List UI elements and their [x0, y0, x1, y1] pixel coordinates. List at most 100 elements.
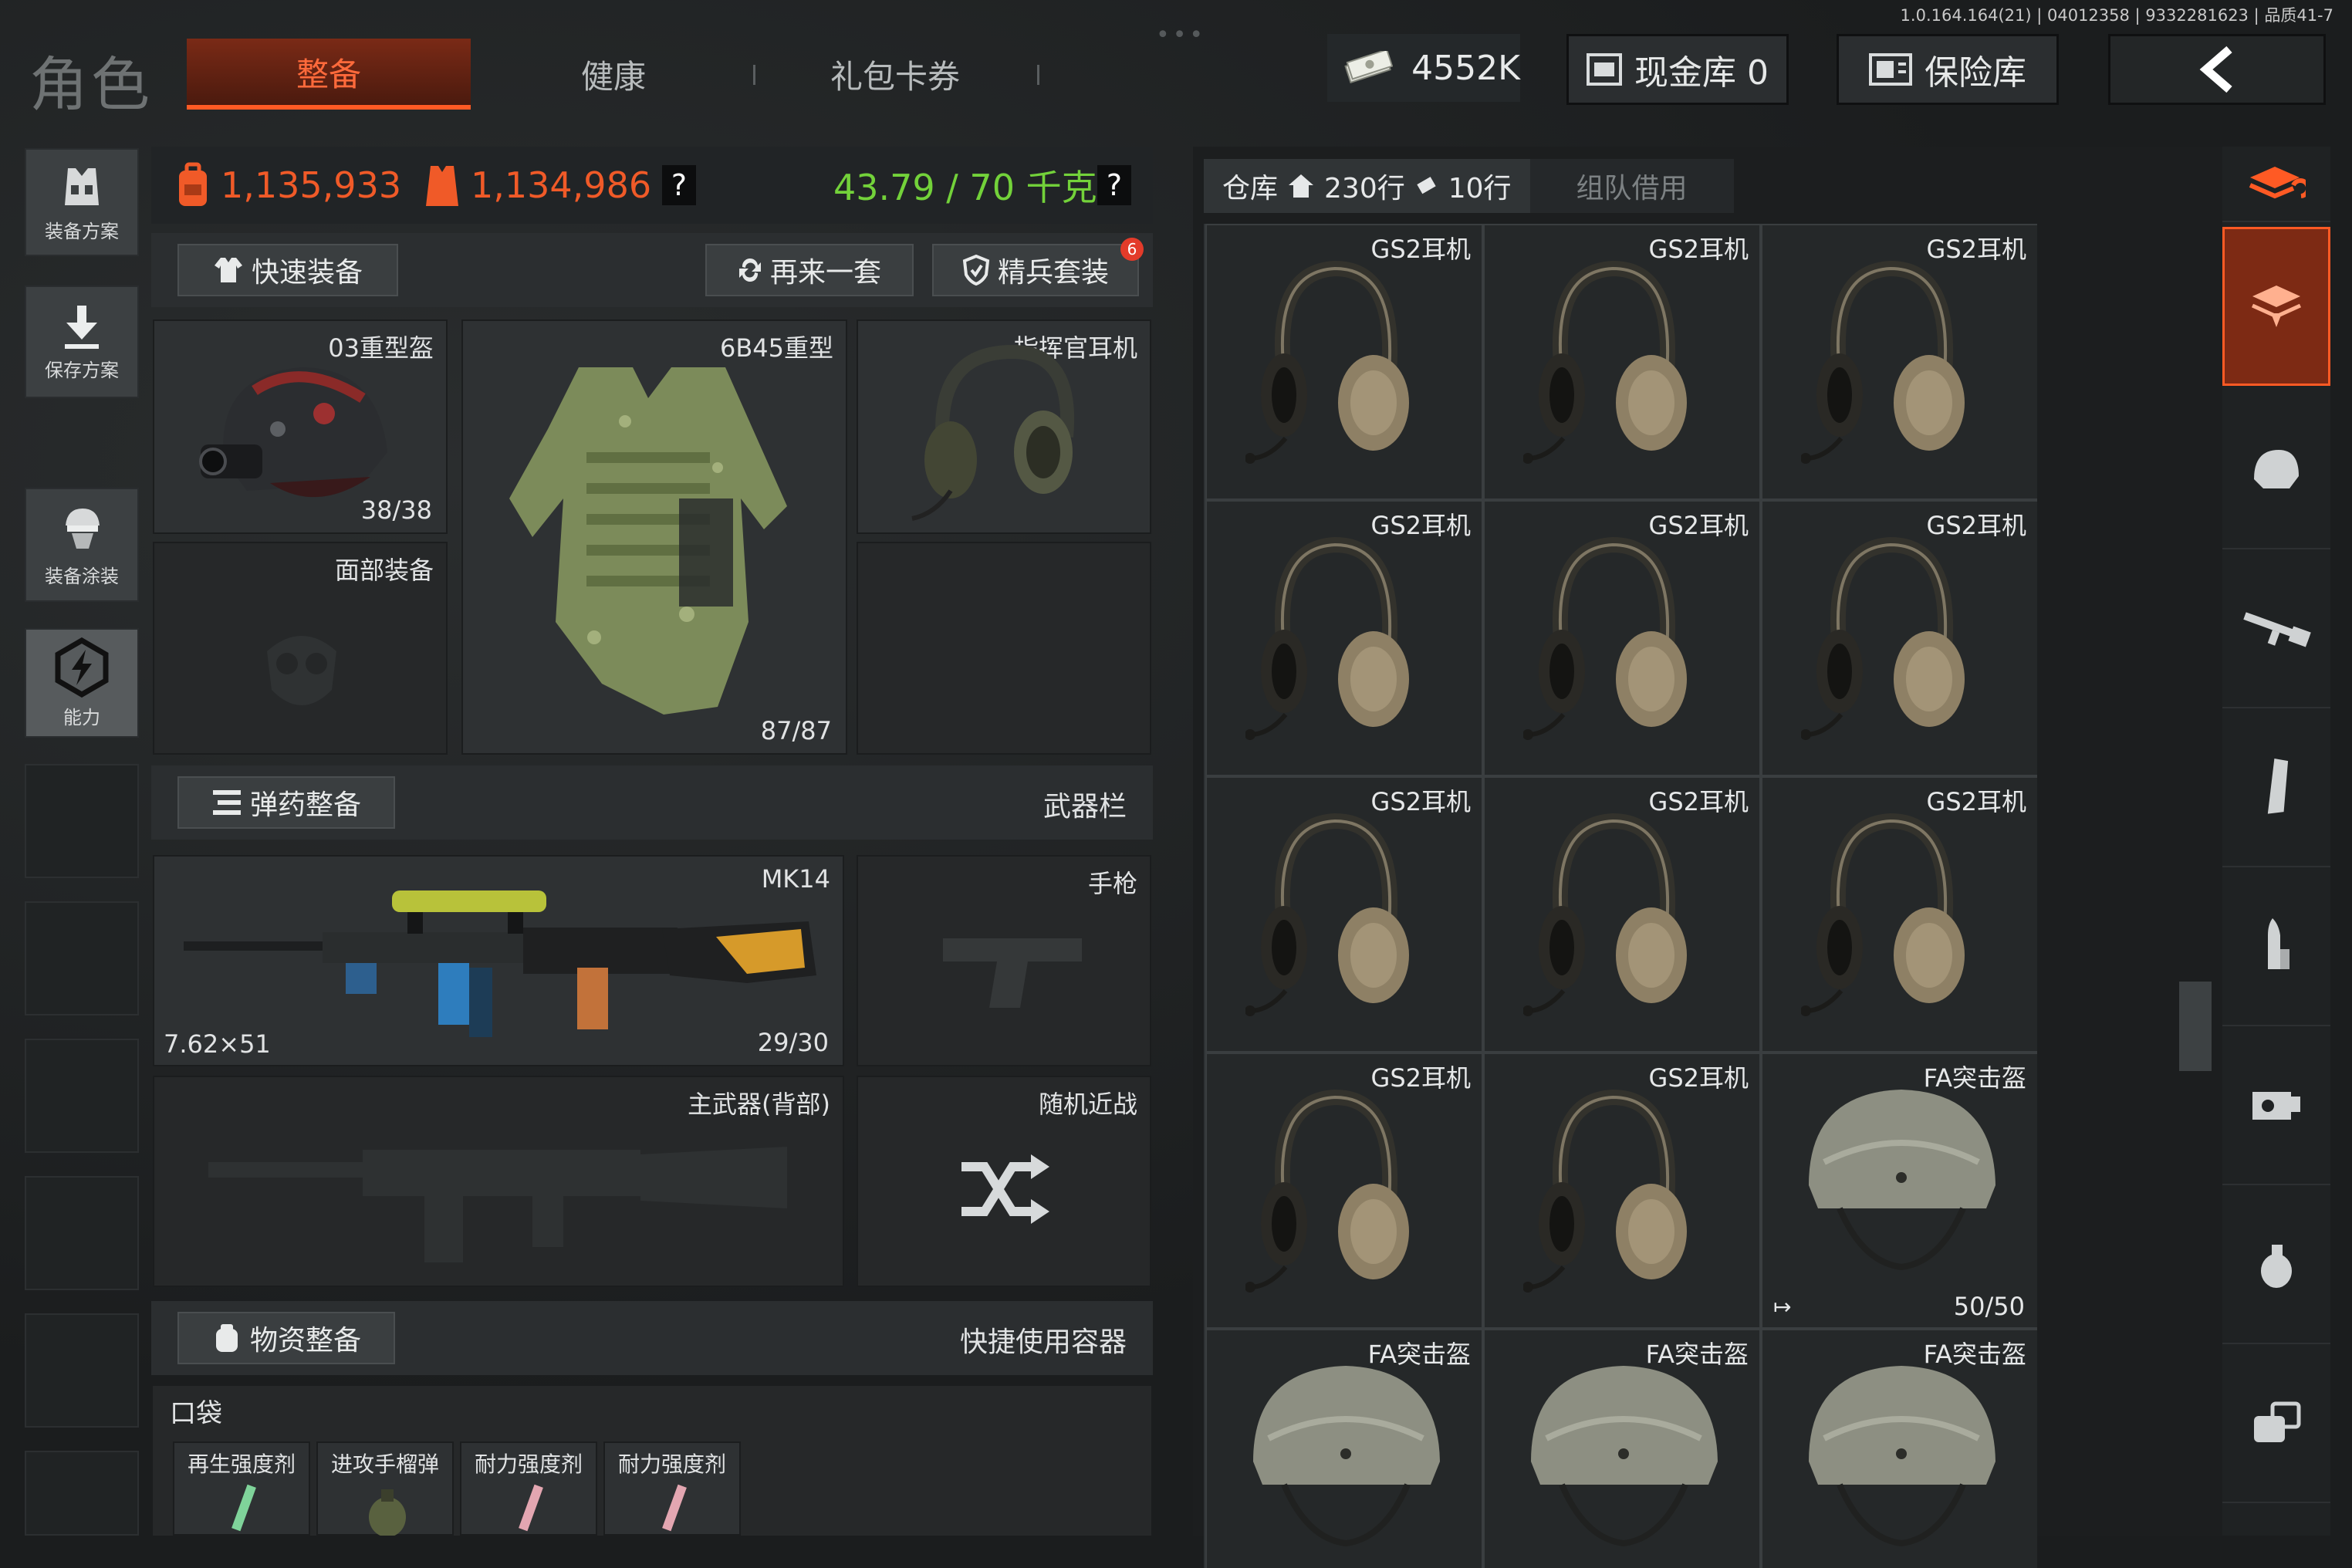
help-icon[interactable]: ?	[662, 165, 696, 205]
loadout-plans-button[interactable]: 装备方案	[25, 148, 139, 256]
ammo-equip-button[interactable]: 弹药整备	[177, 776, 395, 829]
energy-icon	[55, 637, 109, 698]
slot-label: 随机近战	[1038, 1090, 1137, 1119]
back-weapon-slot[interactable]: 主武器(背部)	[153, 1076, 844, 1287]
rows-b: 10行	[1448, 173, 1512, 204]
again-label: 再来一套	[769, 257, 881, 289]
save-plan-button[interactable]: 保存方案	[25, 286, 139, 398]
warehouse-item[interactable]: GS2耳机	[1483, 1053, 1761, 1329]
cash-icon	[1344, 51, 1394, 84]
supplies-bar: 物资整备 快捷使用容器	[151, 1301, 1153, 1375]
helmet-slot[interactable]: 03重型盔 38/38	[153, 319, 448, 534]
back-button[interactable]	[2108, 34, 2326, 105]
headset-icon	[1245, 813, 1409, 1016]
total-value: 1,135,933	[174, 161, 401, 209]
skins-button[interactable]: 装备涂装	[25, 488, 139, 602]
supplies-button[interactable]: 物资整备	[177, 1312, 395, 1364]
ability-button[interactable]: 能力	[25, 628, 139, 738]
warehouse-item[interactable]: GS2耳机	[1205, 224, 1483, 500]
tab-equip[interactable]: 整备	[187, 39, 471, 110]
item-label: GS2耳机	[1648, 511, 1749, 540]
warehouse-item[interactable]: FA突击盔	[1761, 1329, 2037, 1568]
sort-button[interactable]	[2222, 147, 2330, 222]
pocket-slot[interactable]: 耐力强度剂	[603, 1441, 741, 1536]
category-storage[interactable]	[2222, 227, 2330, 386]
warehouse-item[interactable]: GS2耳机	[1205, 1053, 1483, 1329]
tab-health[interactable]: 健康	[532, 39, 694, 110]
warehouse-item[interactable]: GS2耳机	[1205, 500, 1483, 776]
headset-icon	[1523, 260, 1687, 464]
warehouse-item[interactable]: GS2耳机	[1761, 776, 2037, 1053]
download-icon	[65, 305, 99, 349]
magazine-icon	[2267, 758, 2289, 814]
helmet-icon	[1809, 1090, 1995, 1271]
rail-label: 能力	[63, 706, 100, 728]
category-grenade[interactable]	[2222, 1185, 2330, 1344]
drag-handle[interactable]: •••	[1156, 22, 1206, 49]
warehouse-item[interactable]: GS2耳机	[1761, 500, 2037, 776]
durability: 87/87	[760, 716, 832, 745]
elite-set-button[interactable]: 精兵套装	[932, 244, 1139, 296]
quick-container-label: 快捷使用容器	[959, 1326, 1127, 1358]
armor-slot[interactable]: 6B45重型 87/87	[461, 319, 847, 755]
warehouse-item[interactable]: GS2耳机	[1483, 776, 1761, 1053]
category-misc[interactable]	[2222, 1344, 2330, 1503]
pocket-item-label: 耐力强度剂	[474, 1451, 583, 1477]
headset-icon	[1245, 260, 1409, 464]
slot-label: 面部装备	[334, 556, 434, 585]
team-borrow-tab[interactable]: 组队借用	[1529, 159, 1734, 213]
tab-gift-cards[interactable]: 礼包卡券	[803, 39, 988, 110]
total-value-text: 1,135,933	[221, 164, 402, 206]
category-scope[interactable]	[2222, 1026, 2330, 1185]
pistol-icon	[943, 938, 1082, 1008]
category-helmet[interactable]	[2222, 390, 2330, 549]
warehouse-item[interactable]: FA突击盔	[1205, 1329, 1483, 1568]
slot-label: 手枪	[1087, 869, 1137, 898]
warehouse-item[interactable]: GS2耳机	[1205, 776, 1483, 1053]
sort-icon	[2249, 167, 2306, 199]
headset-slot[interactable]: 指挥官耳机	[857, 319, 1151, 534]
item-label: FA突击盔	[1923, 1340, 2026, 1369]
category-magazine[interactable]	[2222, 708, 2330, 867]
pocket-slot[interactable]: 耐力强度剂	[460, 1441, 597, 1536]
warehouse-item[interactable]: GS2耳机	[1483, 224, 1761, 500]
page-title: 角色	[29, 50, 153, 119]
face-slot[interactable]: 面部装备	[153, 542, 448, 755]
equipped-value-text: 1,134,986	[471, 164, 652, 206]
headset-icon	[1245, 1089, 1409, 1293]
warehouse-item[interactable]: GS2耳机	[1483, 500, 1761, 776]
headset-icon	[1245, 536, 1409, 740]
again-button[interactable]: 再来一套	[705, 244, 914, 296]
warehouse-scrollbar[interactable]	[2179, 982, 2212, 1071]
headset-icon	[1523, 1089, 1687, 1293]
grenade-icon	[2261, 1245, 2292, 1288]
pistol-slot[interactable]: 手枪	[857, 855, 1151, 1066]
soldier-icon	[66, 508, 100, 549]
warehouse-item[interactable]: FA突击盔	[1483, 1329, 1761, 1568]
durability: 38/38	[360, 495, 432, 525]
warehouse-tab[interactable]: 仓库 230行 10行	[1204, 159, 1530, 213]
notification-badge: 6	[1120, 238, 1144, 261]
warehouse-item[interactable]: GS2耳机	[1761, 224, 2037, 500]
helmet-icon	[1531, 1366, 1718, 1547]
category-ammo[interactable]	[2222, 867, 2330, 1026]
headset-icon	[1523, 813, 1687, 1016]
equipped-value: 1,134,986	[423, 161, 651, 209]
helmet-icon	[1809, 1366, 1995, 1547]
quick-equip-button[interactable]: 快速装备	[177, 244, 398, 296]
cash-vault-button[interactable]: 现金库 0	[1566, 34, 1789, 105]
item-label: GS2耳机	[1648, 235, 1749, 264]
help-icon[interactable]: ?	[1097, 165, 1131, 205]
warehouse-item[interactable]: FA突击盔 50/50 ↦	[1761, 1053, 2037, 1329]
melee-slot[interactable]: 随机近战	[857, 1076, 1151, 1287]
pocket-slot[interactable]: 进攻手榴弹	[316, 1441, 454, 1536]
quick-equip-label: 快速装备	[251, 257, 363, 289]
headset-icon	[1801, 260, 1965, 464]
safe-button[interactable]: 保险库	[1837, 34, 2059, 105]
vest-icon	[426, 166, 458, 206]
category-rifle[interactable]	[2222, 549, 2330, 708]
warehouse-tab-label: 仓库	[1222, 173, 1279, 204]
primary-weapon-slot[interactable]: MK14 7.62×51 29/30	[153, 855, 844, 1066]
caliber-text: 7.62×51	[164, 1029, 271, 1059]
pocket-slot[interactable]: 再生强度剂	[173, 1441, 310, 1536]
